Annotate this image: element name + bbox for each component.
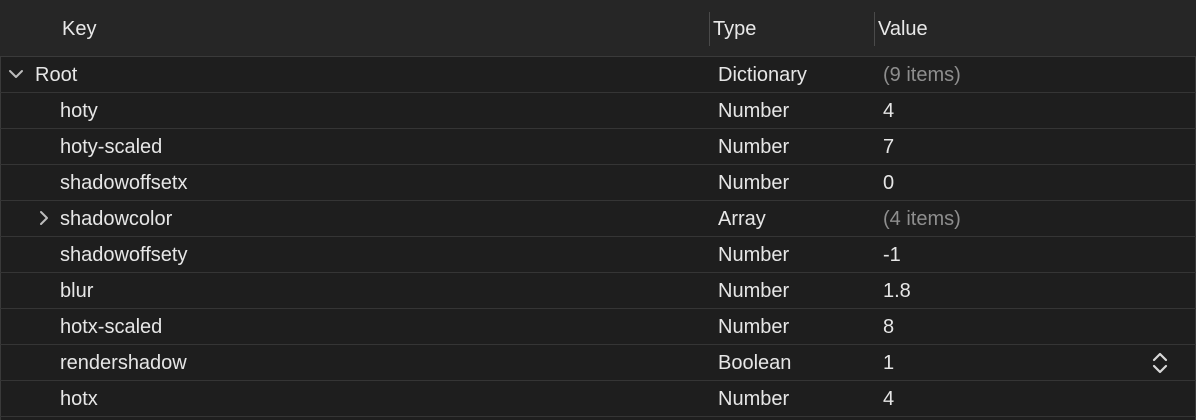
- column-header-key[interactable]: Key: [62, 18, 96, 41]
- row-type[interactable]: Dictionary: [718, 63, 807, 87]
- column-header-type[interactable]: Type: [713, 18, 756, 41]
- row-key[interactable]: hoty: [60, 99, 98, 123]
- row-value[interactable]: 4: [883, 387, 894, 411]
- row-type[interactable]: Number: [718, 135, 789, 159]
- row-value[interactable]: 8: [883, 315, 894, 339]
- up-down-chevron-icon[interactable]: [1150, 350, 1170, 376]
- row-key[interactable]: hoty-scaled: [60, 135, 162, 159]
- row-value[interactable]: 4: [883, 99, 894, 123]
- row-key[interactable]: hotx: [60, 387, 98, 411]
- row-value[interactable]: 0: [883, 171, 894, 195]
- table-row[interactable]: hotx-scaled Number 8: [0, 309, 1196, 345]
- table-row-root[interactable]: Root Dictionary (9 items): [0, 57, 1196, 93]
- column-divider[interactable]: [709, 12, 710, 46]
- column-header: Key Type Value: [0, 0, 1196, 57]
- row-value[interactable]: 1.8: [883, 279, 911, 303]
- row-type[interactable]: Number: [718, 315, 789, 339]
- row-value: (9 items): [883, 64, 961, 86]
- row-type[interactable]: Array: [718, 207, 766, 231]
- table-row[interactable]: shadowcolor Array (4 items): [0, 201, 1196, 237]
- row-key[interactable]: rendershadow: [60, 351, 187, 375]
- row-type[interactable]: Number: [718, 387, 789, 411]
- table-row[interactable]: blur Number 1.8: [0, 273, 1196, 309]
- table-row[interactable]: hoty Number 4: [0, 93, 1196, 129]
- row-key[interactable]: hotx-scaled: [60, 315, 162, 339]
- row-key[interactable]: blur: [60, 279, 93, 303]
- table-row[interactable]: shadowoffsety Number -1: [0, 237, 1196, 273]
- row-key[interactable]: shadowoffsety: [60, 243, 188, 267]
- table-row[interactable]: hoty-scaled Number 7: [0, 129, 1196, 165]
- chevron-right-icon[interactable]: [36, 210, 52, 226]
- row-type[interactable]: Number: [718, 243, 789, 267]
- row-value[interactable]: 7: [883, 135, 894, 159]
- row-key[interactable]: shadowcolor: [60, 207, 172, 231]
- column-header-value[interactable]: Value: [878, 18, 928, 41]
- row-value[interactable]: 1: [883, 351, 894, 375]
- row-value: (4 items): [883, 208, 961, 230]
- row-type[interactable]: Boolean: [718, 351, 791, 375]
- chevron-down-icon[interactable]: [8, 66, 24, 82]
- row-key[interactable]: Root: [35, 63, 77, 87]
- row-value[interactable]: -1: [883, 243, 901, 267]
- row-key[interactable]: shadowoffsetx: [60, 171, 188, 195]
- column-divider[interactable]: [874, 12, 875, 46]
- row-type[interactable]: Number: [718, 171, 789, 195]
- row-type[interactable]: Number: [718, 279, 789, 303]
- table-row[interactable]: hotx Number 4: [0, 381, 1196, 417]
- table-row[interactable]: shadowoffsetx Number 0: [0, 165, 1196, 201]
- table-row[interactable]: rendershadow Boolean 1: [0, 345, 1196, 381]
- plist-rows: Root Dictionary (9 items) hoty Number 4 …: [0, 57, 1196, 417]
- plist-editor: Key Type Value Root Dictionary (9 items)…: [0, 0, 1196, 420]
- row-type[interactable]: Number: [718, 99, 789, 123]
